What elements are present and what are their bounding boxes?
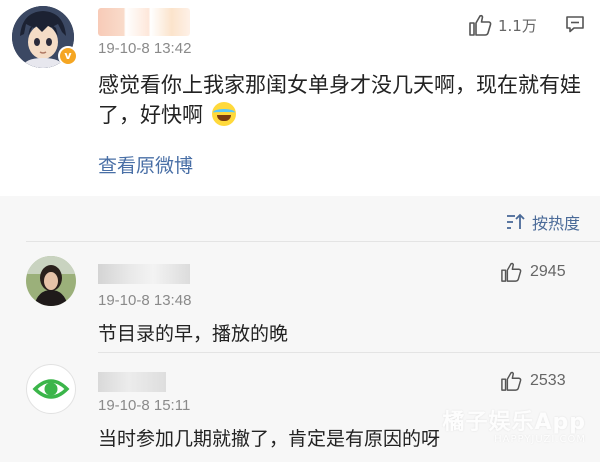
post-timestamp: 19-10-8 13:42 (98, 40, 192, 57)
comment-text: 节目录的早，播放的晚 (98, 323, 289, 345)
comment-like-count: 2945 (530, 263, 566, 280)
verified-badge: v (58, 46, 78, 66)
comments-section: 按热度 19-10-8 13:48 2945 节目录的早，播放的晚 19-10-… (0, 196, 600, 462)
comment-timestamp: 19-10-8 13:48 (98, 292, 192, 309)
commenter-name-blurred[interactable] (98, 264, 190, 284)
sort-by-hot-button[interactable]: 按热度 (506, 210, 580, 234)
post-like-button[interactable]: 1.1万 (468, 14, 537, 36)
comment-like-button[interactable]: 2533 (500, 371, 566, 391)
comment-avatar[interactable] (26, 364, 76, 414)
view-original-link[interactable]: 查看原微博 (98, 151, 193, 178)
comment-text: 当时参加几期就撤了，肯定是有原因的呀 (98, 428, 441, 450)
thumbs-up-icon (501, 371, 522, 391)
divider (26, 241, 600, 242)
post-body: 感觉看你上我家那闺女单身才没几天啊，现在就有娃了，好快啊 (98, 70, 584, 130)
username-blurred[interactable] (98, 8, 190, 36)
comment-like-button[interactable]: 2945 (500, 262, 566, 282)
comment-avatar[interactable] (26, 256, 76, 306)
post-like-count: 1.1万 (498, 16, 537, 35)
thumbs-up-icon (501, 262, 522, 282)
post-text: 感觉看你上我家那闺女单身才没几天啊，现在就有娃了，好快啊 (98, 73, 581, 127)
original-post: v 19-10-8 13:42 1.1万 感觉看你上我家那闺女单身才没几天啊，现… (0, 0, 600, 196)
comment-like-count: 2533 (530, 372, 566, 389)
thumbs-up-icon (469, 14, 492, 36)
sort-label: 按热度 (531, 214, 580, 233)
comment-icon[interactable] (565, 15, 585, 33)
sort-icon (506, 213, 525, 229)
commenter-name-blurred[interactable] (98, 372, 166, 392)
divider (98, 352, 600, 353)
laugh-cry-emoji-icon (211, 102, 236, 126)
comment-timestamp: 19-10-8 15:11 (98, 397, 191, 414)
